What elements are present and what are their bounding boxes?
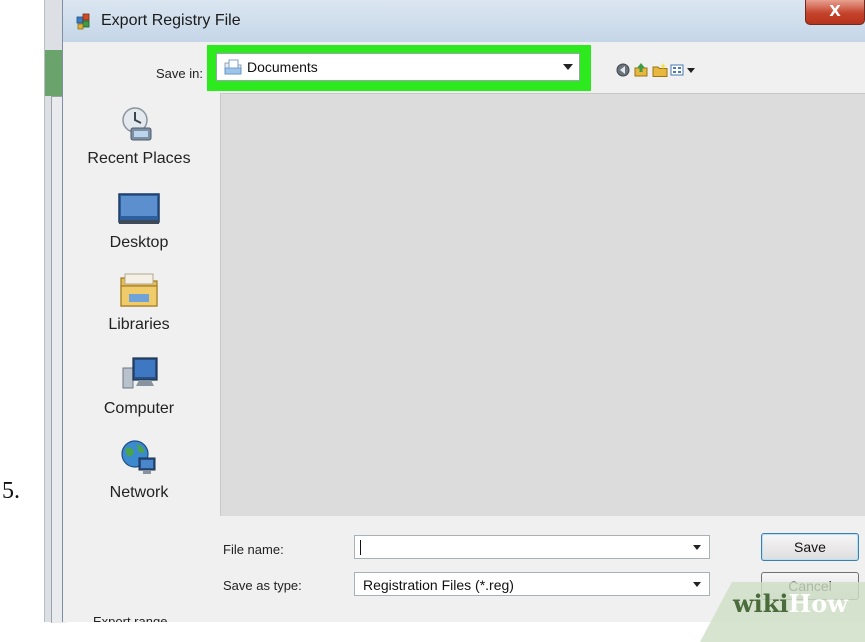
save-in-value: Documents	[247, 59, 318, 75]
place-label: Network	[109, 484, 169, 501]
file-name-input[interactable]	[354, 535, 710, 559]
close-button[interactable]: X	[805, 0, 865, 25]
text-caret	[360, 540, 361, 555]
place-label: Desktop	[109, 234, 169, 251]
desktop-icon	[118, 193, 160, 224]
save-in-label: Save in:	[156, 66, 203, 81]
place-label: Computer	[103, 400, 175, 417]
chevron-down-icon	[563, 64, 573, 70]
export-registry-dialog: Export Registry File X Save in: Document…	[62, 0, 865, 622]
back-icon[interactable]	[615, 62, 631, 78]
places-bar: Recent Places Desktop Libraries Computer…	[63, 92, 215, 522]
save-button[interactable]: Save	[761, 533, 859, 561]
libraries-icon	[120, 273, 158, 307]
step-number: 5.	[2, 478, 20, 504]
place-computer[interactable]: Computer	[63, 354, 215, 418]
watermark-part1: wiki	[733, 589, 789, 618]
save-as-type-label: Save as type:	[223, 578, 302, 593]
regedit-icon	[76, 13, 90, 30]
recent-places-icon	[122, 107, 152, 141]
new-folder-icon[interactable]	[652, 62, 668, 78]
chevron-down-icon[interactable]	[693, 545, 701, 550]
place-libraries[interactable]: Libraries	[63, 270, 215, 334]
place-label: Recent Places	[87, 150, 191, 167]
file-list-pane[interactable]	[220, 93, 865, 516]
title-bar[interactable]: Export Registry File X	[63, 0, 865, 42]
save-in-dropdown[interactable]: Documents	[216, 53, 580, 81]
save-as-type-value: Registration Files (*.reg)	[363, 577, 514, 593]
place-label: Libraries	[108, 316, 170, 333]
file-name-label: File name:	[223, 542, 284, 557]
export-range-label: Export range	[93, 614, 168, 622]
place-desktop[interactable]: Desktop	[63, 188, 215, 252]
chevron-down-icon	[693, 582, 701, 587]
computer-icon	[122, 357, 158, 389]
place-recent-places[interactable]: Recent Places	[63, 104, 215, 168]
dialog-title: Export Registry File	[101, 12, 241, 29]
place-network[interactable]: Network	[63, 438, 215, 502]
documents-folder-icon	[224, 59, 242, 75]
watermark-part2: How	[788, 589, 848, 618]
save-as-type-select[interactable]: Registration Files (*.reg)	[354, 572, 710, 596]
view-menu-icon[interactable]	[670, 62, 700, 78]
up-folder-icon[interactable]	[633, 62, 649, 78]
wikihow-watermark: wikiHow	[733, 589, 848, 618]
network-icon	[121, 440, 156, 474]
